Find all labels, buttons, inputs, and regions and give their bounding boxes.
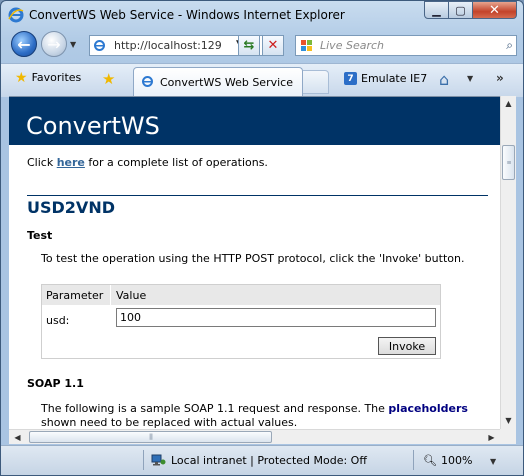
vertical-scroll-thumb[interactable]: ≡ — [502, 145, 515, 180]
form-header-row: Parameter Value — [42, 285, 440, 305]
status-separator — [413, 450, 414, 470]
status-separator — [143, 450, 144, 470]
tab-label: ConvertWS Web Service — [160, 76, 293, 89]
new-tab-button[interactable] — [303, 70, 329, 94]
page-icon — [94, 40, 105, 51]
favorites-bar: ★ Favorites ★ ConvertWS Web Service 7 Em… — [1, 63, 523, 97]
scroll-right-arrow-icon[interactable]: ▶ — [484, 430, 499, 445]
service-header: ConvertWS — [9, 97, 500, 145]
section-divider — [27, 195, 488, 196]
home-icon[interactable]: ⌂ — [439, 70, 449, 89]
search-icon[interactable]: ⌕ — [506, 38, 513, 53]
add-favorite-icon[interactable]: ★ — [102, 70, 115, 88]
value-column-header: Value — [116, 289, 147, 302]
title-bar: ConvertWS Web Service - Windows Internet… — [1, 1, 523, 29]
favorites-button[interactable]: ★ Favorites — [15, 69, 82, 86]
placeholders-text: placeholders — [388, 402, 468, 415]
stop-button[interactable]: ✕ — [262, 35, 284, 56]
vertical-scrollbar[interactable]: ▲ ≡ ▼ — [500, 96, 516, 429]
page-viewport: ConvertWS Click here for a complete list… — [9, 96, 500, 430]
status-bar: Local intranet | Protected Mode: Off 🔍︎ … — [1, 445, 523, 475]
minimize-icon: ▁ — [432, 3, 441, 17]
favorites-star-icon: ★ — [15, 69, 28, 86]
invoke-button[interactable]: Invoke — [378, 337, 436, 355]
close-button[interactable]: ✕ — [472, 1, 517, 19]
refresh-icon: ⇆ — [243, 38, 255, 53]
forward-arrow-icon: → — [47, 34, 61, 54]
usd-param-label: usd: — [46, 314, 70, 327]
invoke-form: Parameter Value usd: Invoke — [41, 284, 441, 359]
emulate-ie7-label: Emulate IE7 — [361, 72, 428, 85]
stop-icon: ✕ — [267, 38, 279, 53]
emulate-ie7-icon: 7 — [344, 72, 357, 85]
back-arrow-icon: ← — [17, 34, 31, 54]
forward-button[interactable]: → — [41, 31, 67, 57]
maximize-button[interactable]: ▢ — [448, 1, 473, 19]
window-title: ConvertWS Web Service - Windows Internet… — [29, 8, 345, 22]
scrollbar-corner — [500, 429, 516, 444]
emulate-ie7-button[interactable]: 7 Emulate IE7 — [344, 72, 427, 85]
operation-title: USD2VND — [27, 198, 115, 217]
search-placeholder[interactable]: Live Search — [320, 39, 384, 52]
parameter-column-header: Parameter — [46, 289, 104, 302]
soap-description-line2: shown need to be replaced with actual va… — [41, 416, 298, 429]
test-description: To test the operation using the HTTP POS… — [41, 252, 465, 265]
navigation-bar: ← → ▼ http://localhost:129 ▼ ⇆ ✕ Live Se… — [1, 29, 523, 63]
maximize-icon: ▢ — [455, 3, 466, 17]
zoom-magnifier-icon: 🔍︎ — [423, 454, 437, 467]
ie-logo-icon — [8, 7, 24, 23]
scroll-down-arrow-icon[interactable]: ▼ — [501, 413, 516, 428]
grip-icon: ≡ — [506, 159, 511, 166]
operations-list-link[interactable]: here — [57, 156, 85, 169]
favorites-label: Favorites — [31, 71, 82, 84]
address-text[interactable]: http://localhost:129 — [114, 39, 232, 52]
zoom-level: 100% — [440, 454, 473, 467]
horizontal-scrollbar[interactable]: ◀ ||| ▶ — [9, 429, 500, 444]
ie-window: ConvertWS Web Service - Windows Internet… — [0, 0, 524, 476]
zoom-dropdown-icon[interactable]: ▼ — [490, 457, 496, 466]
home-dropdown-icon[interactable]: ▼ — [467, 74, 473, 83]
intro-prefix: Click — [27, 156, 57, 169]
local-intranet-icon — [151, 454, 166, 466]
header-separator — [110, 285, 111, 305]
operations-intro: Click here for a complete list of operat… — [27, 156, 268, 169]
close-icon: ✕ — [489, 2, 500, 18]
scroll-left-arrow-icon[interactable]: ◀ — [10, 430, 25, 445]
soap-heading: SOAP 1.1 — [27, 377, 84, 390]
more-tools-chevron-icon[interactable]: » — [496, 71, 504, 85]
refresh-button[interactable]: ⇆ — [238, 35, 260, 56]
test-heading: Test — [27, 229, 53, 242]
horizontal-scroll-thumb[interactable]: ||| — [29, 431, 272, 443]
search-box[interactable]: Live Search ⌕ — [295, 35, 517, 56]
tab-convertws[interactable]: ConvertWS Web Service — [133, 67, 303, 97]
zoom-control[interactable]: 🔍︎ 100% — [423, 454, 472, 467]
grip-icon: ||| — [148, 433, 153, 441]
intro-suffix: for a complete list of operations. — [84, 156, 268, 169]
usd-input[interactable] — [116, 308, 436, 327]
recent-pages-dropdown-icon[interactable]: ▼ — [70, 40, 76, 49]
minimize-button[interactable]: ▁ — [424, 1, 449, 19]
back-button[interactable]: ← — [11, 31, 37, 57]
scroll-up-arrow-icon[interactable]: ▲ — [501, 96, 516, 111]
live-search-icon — [301, 40, 312, 51]
tab-page-icon — [142, 76, 153, 87]
soap-description-line1: The following is a sample SOAP 1.1 reque… — [41, 402, 468, 415]
soap-desc-text: The following is a sample SOAP 1.1 reque… — [41, 402, 389, 415]
zone-text: Local intranet | Protected Mode: Off — [171, 454, 367, 467]
security-zone[interactable]: Local intranet | Protected Mode: Off — [151, 454, 367, 467]
service-title: ConvertWS — [26, 112, 160, 140]
